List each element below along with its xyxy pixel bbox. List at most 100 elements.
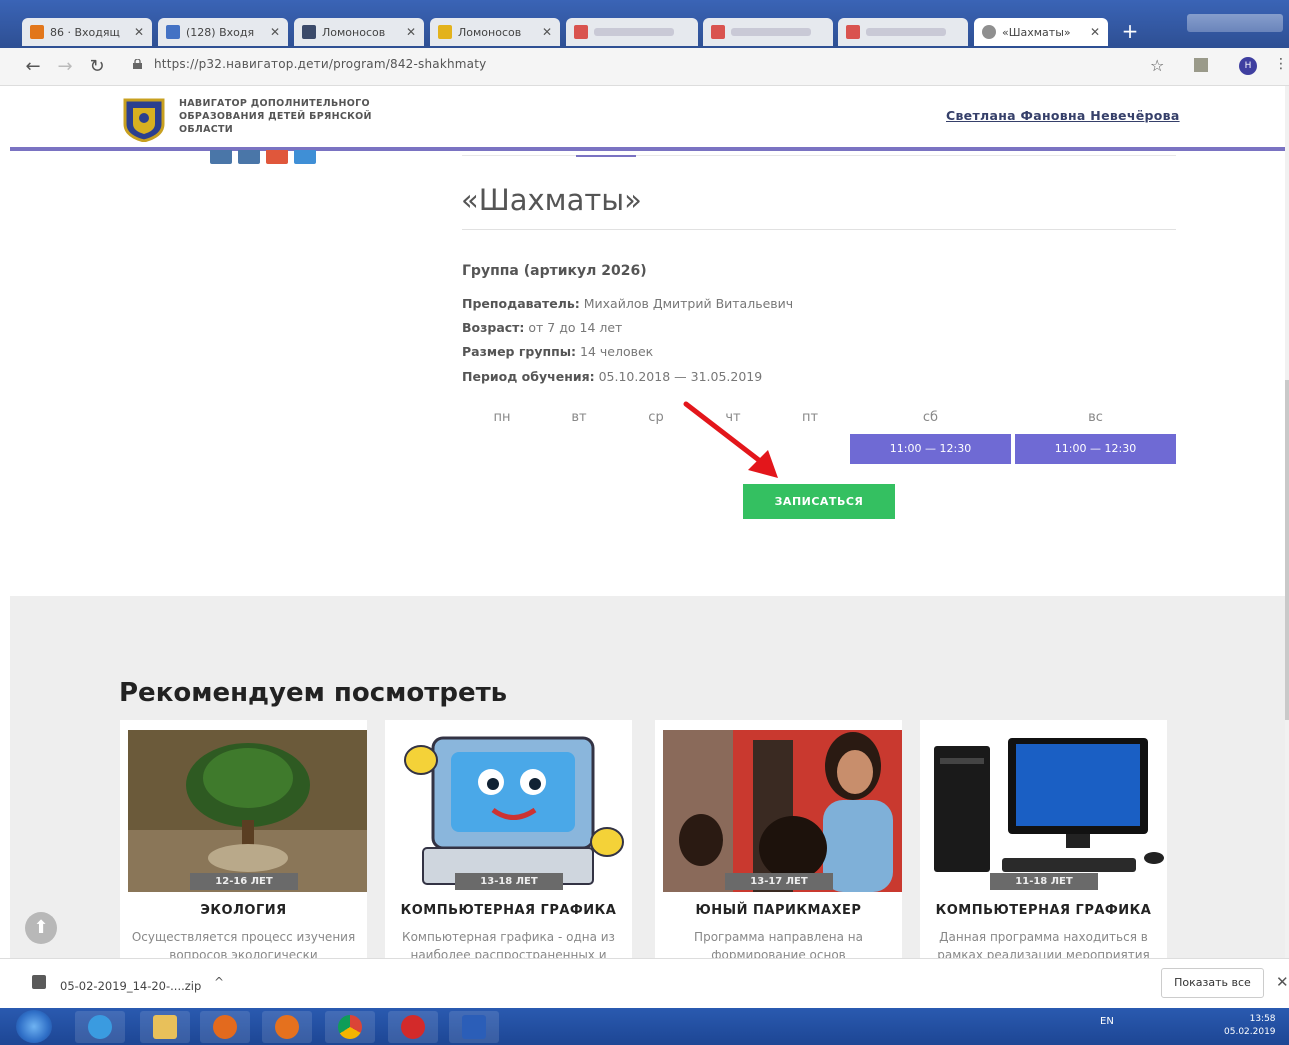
age-badge: 13-17 ЛЕТ [725,873,833,890]
page-title: «Шахматы» [461,183,642,217]
day-sat: сб [922,410,939,425]
size-value: 14 человек [576,344,654,359]
tab-shakhmaty[interactable]: «Шахматы» ✕ [974,18,1108,46]
recommend-card-computer-graphics-1[interactable]: 13-18 ЛЕТ КОМПЬЮТЕРНАЯ ГРАФИКА Компьютер… [385,720,632,960]
age-value: от 7 до 14 лет [524,320,623,335]
start-button[interactable] [16,1010,52,1043]
scrollbar-thumb[interactable] [1285,380,1289,720]
chevron-up-icon[interactable]: ^ [214,975,224,989]
active-tab-indicator [576,155,636,157]
reload-icon[interactable]: ↻ [86,56,108,77]
site-icon [438,25,452,39]
tab-lomonosov-1[interactable]: Ломоносов ✕ [294,18,424,46]
tray-language[interactable]: EN [1100,1016,1114,1027]
gmail-icon [846,25,860,39]
teacher-label: Преподаватель: [462,296,580,311]
app-taskbar-icon[interactable] [388,1011,438,1043]
close-icon[interactable]: ✕ [1090,25,1100,39]
close-icon[interactable]: ✕ [134,25,144,39]
browser-tab-bar: 86 · Входящ ✕ (128) Входя ✕ Ломоносов ✕ … [0,0,1289,48]
site-icon [574,25,588,39]
extension-icon[interactable] [1194,58,1208,72]
card-title[interactable]: ЭКОЛОГИЯ [120,903,367,918]
ie-taskbar-icon[interactable] [75,1011,125,1043]
facebook-share-icon[interactable] [238,150,260,164]
period-label: Период обучения: [462,369,595,384]
scroll-to-top-button[interactable]: ⬆ [25,912,57,944]
download-item[interactable]: 05-02-2019_14-20-....zip [60,979,201,993]
red-arrow-annotation [683,401,778,478]
tab-label: (128) Входя [186,25,255,39]
recommend-card-hairdresser[interactable]: 13-17 ЛЕТ ЮНЫЙ ПАРИКМАХЕР Программа напр… [655,720,902,960]
address-bar: ← → ↻ https://p32.навигатор.дети/program… [0,48,1289,86]
tab-lomonosov-2[interactable]: Ломоносов ✕ [430,18,560,46]
age-badge: 12-16 ЛЕТ [190,873,298,890]
teacher-info: Преподаватель: Михайлов Дмитрий Витальев… [462,296,793,311]
recommend-card-ecology[interactable]: 12-16 ЛЕТ ЭКОЛОГИЯ Осуществляется процес… [120,720,367,960]
explorer-taskbar-icon[interactable] [140,1011,190,1043]
card-title[interactable]: ЮНЫЙ ПАРИКМАХЕР [655,903,902,918]
tab-label: 86 · Входящ [50,25,120,39]
firefox-taskbar-icon[interactable] [262,1011,312,1043]
day-wed: ср [648,410,664,425]
hairdresser-image [663,730,902,892]
window-controls[interactable] [1187,14,1283,32]
tab-blurred-3[interactable] [838,18,968,46]
slot-saturday[interactable]: 11:00 — 12:30 [850,434,1011,464]
age-label: Возраст: [462,320,525,335]
clock-date: 05.02.2019 [1224,1027,1276,1037]
tab-blurred-2[interactable] [703,18,833,46]
slot-sunday[interactable]: 11:00 — 12:30 [1015,434,1176,464]
close-icon[interactable]: ✕ [406,25,416,39]
card-title[interactable]: КОМПЬЮТЕРНАЯ ГРАФИКА [385,903,632,918]
mailru-share-icon[interactable] [294,150,316,164]
recommend-card-computer-graphics-2[interactable]: 11-18 ЛЕТ КОМПЬЮТЕРНАЯ ГРАФИКА Данная пр… [920,720,1167,960]
odnoklassniki-share-icon[interactable] [266,150,288,164]
card-title[interactable]: КОМПЬЮТЕРНАЯ ГРАФИКА [920,903,1167,918]
profile-avatar[interactable]: Н [1239,57,1257,75]
card-description: Компьютерная графика - одна из наиболее … [402,930,615,960]
group-title: Группа (артикул 2026) [462,263,647,279]
chrome-taskbar-icon[interactable] [325,1011,375,1043]
close-icon[interactable]: ✕ [270,25,280,39]
tab-mail-1[interactable]: 86 · Входящ ✕ [22,18,152,46]
age-badge: 13-18 ЛЕТ [455,873,563,890]
forward-icon[interactable]: → [54,56,76,77]
tab-blurred-1[interactable] [566,18,698,46]
url-field[interactable]: https://p32.навигатор.дети/program/842-s… [154,57,486,71]
close-icon[interactable]: ✕ [1276,973,1289,991]
show-all-downloads-button[interactable]: Показать все [1161,968,1264,998]
media-player-taskbar-icon[interactable] [200,1011,250,1043]
clock-time: 13:58 [1249,1014,1276,1024]
tab-label [731,28,811,36]
site-icon [982,25,996,39]
word-taskbar-icon[interactable] [449,1011,499,1043]
coat-of-arms-logo[interactable] [119,94,169,142]
tab-label [594,28,674,36]
tab-label: Ломоносов [322,25,386,39]
back-icon[interactable]: ← [22,56,44,77]
computer-cartoon-image [393,730,632,892]
org-name: НАВИГАТОР ДОПОЛНИТЕЛЬНОГО ОБРАЗОВАНИЯ ДЕ… [179,98,372,135]
header-divider [10,147,1285,151]
vk-share-icon[interactable] [210,150,232,164]
at-icon [166,25,180,39]
signup-button[interactable]: ЗАПИСАТЬСЯ [743,484,895,519]
site-icon [302,25,316,39]
user-profile-link[interactable]: Светлана Фановна Невечёрова [946,108,1180,123]
lock-icon [133,59,142,69]
teacher-value: Михайлов Дмитрий Витальевич [579,296,794,311]
bookmark-star-icon[interactable]: ☆ [1150,56,1164,75]
tabs-divider [462,155,1176,156]
tab-label: «Шахматы» [1002,25,1071,39]
age-badge: 11-18 ЛЕТ [990,873,1098,890]
new-tab-button[interactable]: + [1118,20,1142,42]
system-clock[interactable]: 13:58 05.02.2019 [1224,1013,1276,1039]
close-icon[interactable]: ✕ [542,25,552,39]
mail-icon [30,25,44,39]
menu-icon[interactable]: ⋮ [1274,56,1288,72]
day-tue: вт [571,410,587,425]
tab-label [866,28,946,36]
tab-mail-2[interactable]: (128) Входя ✕ [158,18,288,46]
archive-icon [32,975,46,989]
